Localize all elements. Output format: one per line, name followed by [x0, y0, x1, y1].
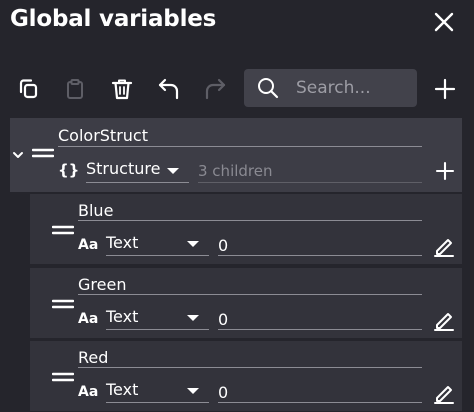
- caret-down-icon[interactable]: [166, 167, 180, 175]
- children-count: 3 children: [198, 162, 273, 180]
- variable-type-select[interactable]: Text: [106, 233, 138, 252]
- caret-down-icon[interactable]: [186, 387, 200, 395]
- search-input[interactable]: [296, 69, 411, 107]
- caret-down-icon[interactable]: [186, 314, 200, 322]
- drag-handle-icon[interactable]: [52, 370, 74, 384]
- drag-handle-icon[interactable]: [52, 297, 74, 311]
- delete-icon[interactable]: [108, 75, 136, 103]
- structure-name-underline: [58, 146, 422, 147]
- variable-name[interactable]: Blue: [78, 201, 113, 220]
- caret-down-icon[interactable]: [186, 240, 200, 248]
- variable-type-select[interactable]: Text: [106, 307, 138, 326]
- add-icon[interactable]: [432, 76, 458, 102]
- text-type-icon: Aa: [78, 384, 99, 400]
- text-type-icon: Aa: [78, 237, 99, 253]
- structure-name[interactable]: ColorStruct: [58, 126, 148, 145]
- search-icon: [257, 77, 279, 99]
- variable-value[interactable]: 0: [218, 383, 228, 402]
- close-icon[interactable]: [432, 10, 456, 34]
- text-type-icon: Aa: [78, 311, 99, 327]
- paste-icon: [61, 75, 89, 103]
- edit-icon[interactable]: [432, 234, 456, 258]
- drag-handle-icon[interactable]: [32, 146, 54, 160]
- copy-icon[interactable]: [14, 75, 42, 103]
- add-child-icon[interactable]: [434, 160, 456, 182]
- chevron-down-icon[interactable]: [11, 148, 25, 162]
- edit-icon[interactable]: [432, 381, 456, 405]
- search-box[interactable]: [244, 69, 417, 107]
- variable-type-select[interactable]: Text: [106, 380, 138, 399]
- variable-value[interactable]: 0: [218, 310, 228, 329]
- redo-icon: [201, 75, 229, 103]
- undo-icon[interactable]: [155, 75, 183, 103]
- structure-type-icon: {}: [58, 161, 80, 179]
- edit-icon[interactable]: [432, 308, 456, 332]
- panel-title: Global variables: [10, 6, 217, 32]
- structure-type-select[interactable]: Structure: [86, 159, 160, 178]
- variable-name[interactable]: Red: [78, 348, 108, 367]
- variable-value[interactable]: 0: [218, 236, 228, 255]
- variable-name[interactable]: Green: [78, 275, 126, 294]
- drag-handle-icon[interactable]: [52, 223, 74, 237]
